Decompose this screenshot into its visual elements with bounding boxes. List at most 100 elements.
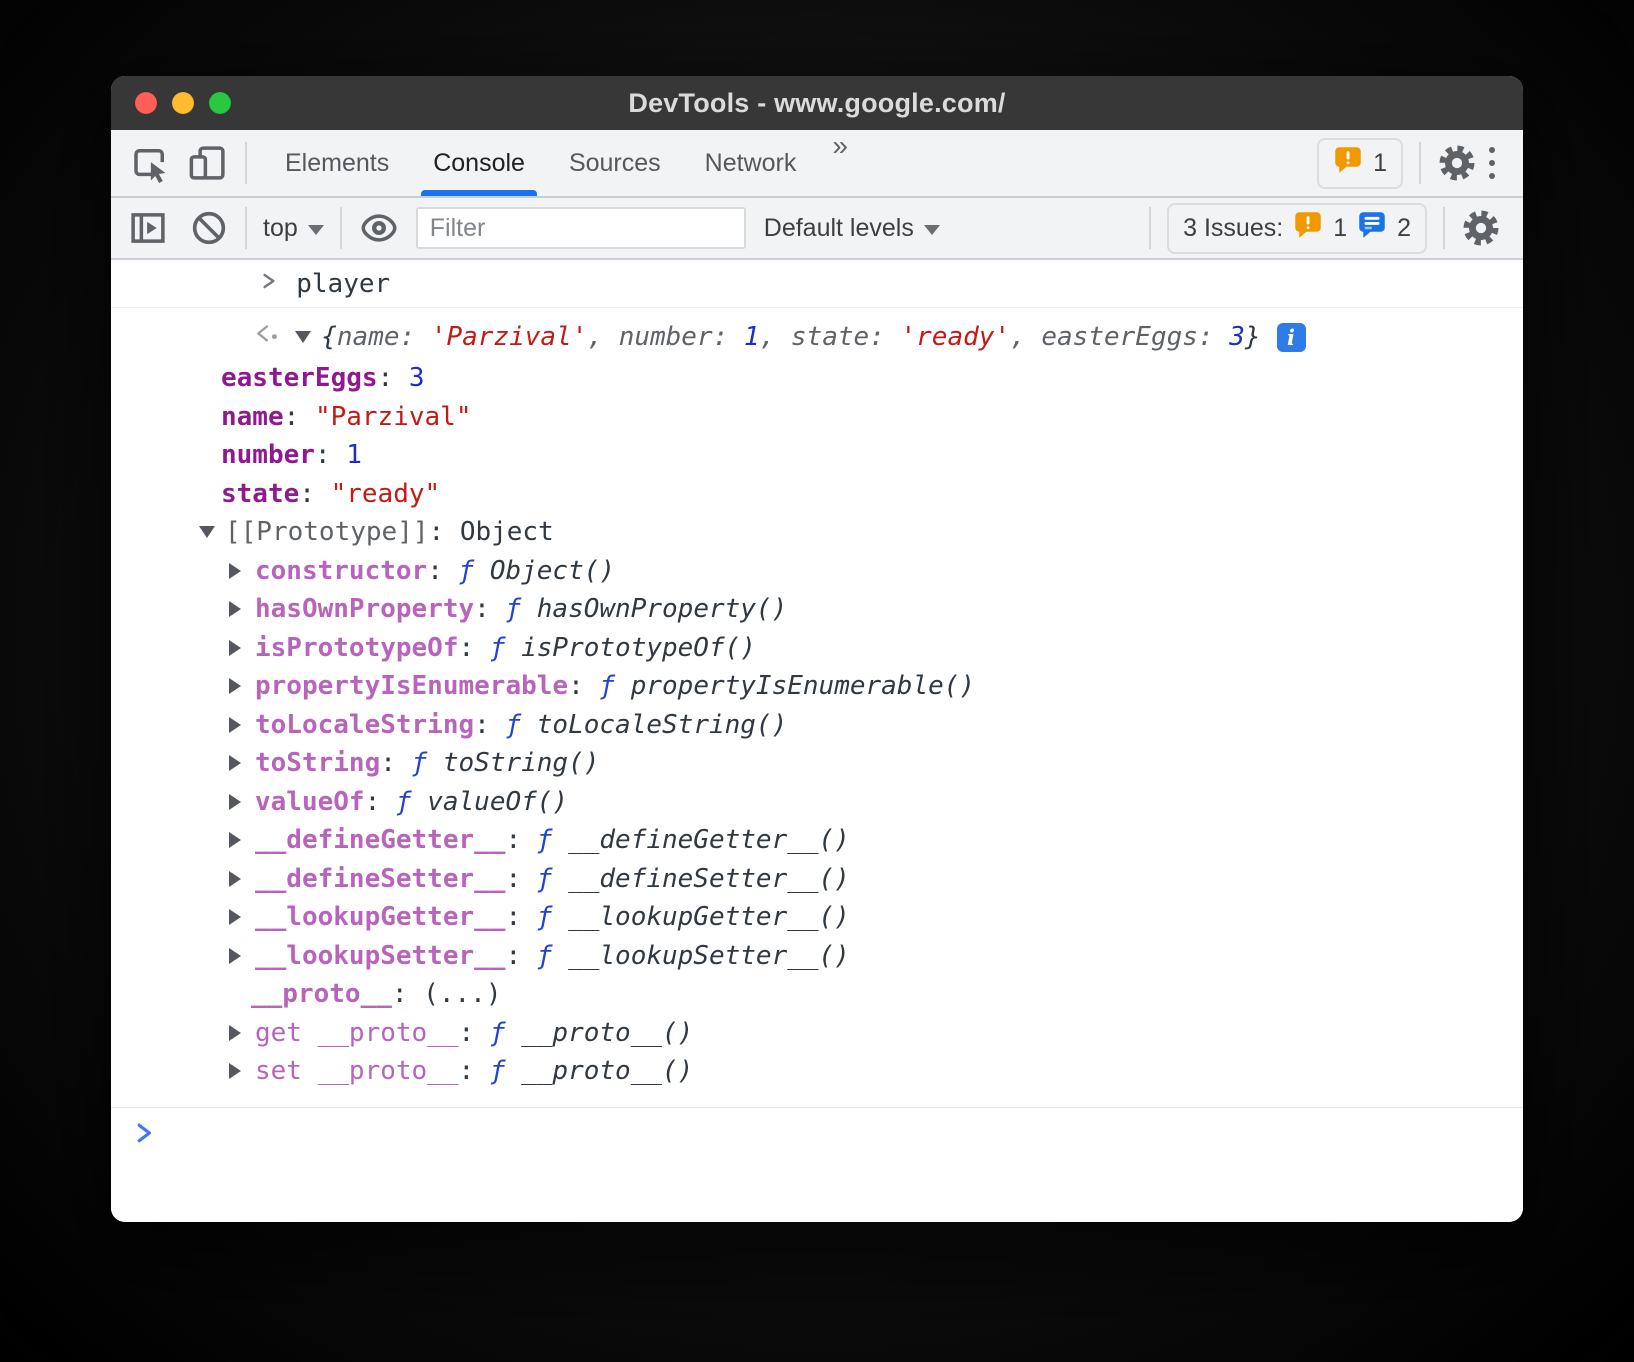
property-row-valueof[interactable]: valueOf: ƒ valueOf() bbox=[111, 783, 1523, 822]
function-symbol: ƒ bbox=[599, 671, 630, 701]
separator bbox=[1443, 207, 1445, 249]
property-row-lookupsetter[interactable]: __lookupSetter__: ƒ __lookupSetter__() bbox=[111, 937, 1523, 976]
property-row-propertyisenumerable[interactable]: propertyIsEnumerable: ƒ propertyIsEnumer… bbox=[111, 667, 1523, 706]
property-key: __proto__ bbox=[251, 979, 392, 1009]
tab-elements[interactable]: Elements bbox=[263, 130, 411, 196]
object-expand-arrow[interactable] bbox=[295, 331, 321, 343]
console-command-row[interactable]: player bbox=[111, 260, 1523, 308]
issues-summary-button[interactable]: 3 Issues: 1 2 bbox=[1167, 203, 1427, 254]
function-symbol: ƒ bbox=[459, 556, 490, 586]
property-colon: : bbox=[459, 1056, 490, 1086]
tab-sources[interactable]: Sources bbox=[547, 130, 683, 196]
property-row-proto[interactable]: __proto__: (...) bbox=[111, 975, 1523, 1014]
property-row-state[interactable]: state: "ready" bbox=[111, 475, 1523, 514]
property-value: __proto__() bbox=[521, 1018, 693, 1048]
issues-counter-button[interactable]: 1 bbox=[1317, 138, 1403, 189]
info-icon[interactable]: i bbox=[1277, 323, 1306, 352]
log-levels-selector[interactable]: Default levels bbox=[764, 214, 940, 243]
property-row-eastereggs[interactable]: easterEggs: 3 bbox=[111, 359, 1523, 398]
minimize-window-button[interactable] bbox=[172, 92, 194, 114]
property-row-constructor[interactable]: constructor: ƒ Object() bbox=[111, 552, 1523, 591]
property-key: constructor bbox=[255, 556, 427, 586]
property-value: Object() bbox=[490, 556, 615, 586]
property-row-get-proto[interactable]: get __proto__: ƒ __proto__() bbox=[111, 1014, 1523, 1053]
filter-input[interactable] bbox=[416, 207, 746, 249]
console-prompt[interactable] bbox=[111, 1108, 1523, 1166]
property-row-tostring[interactable]: toString: ƒ toString() bbox=[111, 744, 1523, 783]
property-key: name bbox=[221, 402, 284, 432]
customize-devtools-button[interactable] bbox=[1487, 145, 1497, 181]
chevron-down-icon bbox=[924, 225, 940, 235]
gear-icon bbox=[1461, 208, 1501, 248]
inspect-element-button[interactable] bbox=[129, 142, 171, 184]
console-sidebar-toggle-button[interactable] bbox=[127, 207, 169, 249]
property-row-isprototypeof[interactable]: isPrototypeOf: ƒ isPrototypeOf() bbox=[111, 629, 1523, 668]
expand-arrow-icon[interactable] bbox=[229, 1063, 255, 1079]
property-row-tolocalestring[interactable]: toLocaleString: ƒ toLocaleString() bbox=[111, 706, 1523, 745]
settings-button[interactable] bbox=[1437, 143, 1477, 183]
property-key: __defineGetter__ bbox=[255, 825, 505, 855]
expand-arrow-icon[interactable] bbox=[229, 717, 255, 733]
expand-arrow-icon[interactable] bbox=[199, 526, 225, 538]
function-symbol: ƒ bbox=[396, 787, 427, 817]
preview-colon: : bbox=[400, 322, 431, 352]
expand-arrow-icon[interactable] bbox=[229, 678, 255, 694]
property-key: toString bbox=[255, 748, 380, 778]
property-row-number[interactable]: number: 1 bbox=[111, 436, 1523, 475]
preview-value: 'Parzival' bbox=[431, 322, 588, 352]
console-settings-button[interactable] bbox=[1461, 208, 1501, 248]
preview-colon: : bbox=[713, 322, 744, 352]
expand-arrow-icon[interactable] bbox=[229, 948, 255, 964]
property-key: toLocaleString bbox=[255, 710, 474, 740]
prompt-chevron-icon bbox=[132, 1121, 156, 1152]
function-symbol: ƒ bbox=[505, 710, 536, 740]
console-result-row[interactable]: {name: 'Parzival', number: 1, state: 're… bbox=[111, 317, 1523, 357]
warning-bubble-icon bbox=[1333, 145, 1363, 182]
tab-network[interactable]: Network bbox=[683, 130, 819, 196]
expand-arrow-icon[interactable] bbox=[229, 909, 255, 925]
property-key: get __proto__ bbox=[255, 1018, 459, 1048]
issues-summary-label: 3 Issues: bbox=[1183, 214, 1283, 243]
property-colon: : bbox=[505, 941, 536, 971]
chevron-down-icon bbox=[308, 225, 324, 235]
toggle-device-toolbar-button[interactable] bbox=[187, 142, 229, 184]
create-live-expression-button[interactable] bbox=[358, 207, 400, 249]
clear-console-button[interactable] bbox=[189, 208, 229, 248]
expand-arrow-icon[interactable] bbox=[229, 563, 255, 579]
property-value: __defineGetter__() bbox=[568, 825, 850, 855]
property-colon: : bbox=[429, 517, 460, 547]
javascript-context-selector[interactable]: top bbox=[263, 214, 324, 243]
expand-arrow-icon[interactable] bbox=[229, 871, 255, 887]
expand-arrow-icon[interactable] bbox=[229, 832, 255, 848]
inspect-cursor-icon bbox=[129, 142, 171, 184]
expand-arrow-icon[interactable] bbox=[229, 1025, 255, 1041]
close-window-button[interactable] bbox=[135, 92, 157, 114]
preview-close-brace: } bbox=[1245, 322, 1261, 352]
property-row-prototype[interactable]: [[Prototype]]: Object bbox=[111, 513, 1523, 552]
warning-issues-count: 1 bbox=[1333, 214, 1347, 243]
more-tabs-button[interactable]: » bbox=[818, 130, 862, 196]
expand-arrow-icon[interactable] bbox=[229, 601, 255, 617]
property-key: __lookupSetter__ bbox=[255, 941, 505, 971]
clear-circle-slash-icon bbox=[189, 208, 229, 248]
property-colon: : bbox=[568, 671, 599, 701]
property-colon: : bbox=[365, 787, 396, 817]
property-value: "Parzival" bbox=[315, 402, 472, 432]
property-row-name[interactable]: name: "Parzival" bbox=[111, 398, 1523, 437]
object-preview: {name: 'Parzival', number: 1, state: 're… bbox=[321, 322, 1260, 352]
zoom-window-button[interactable] bbox=[209, 92, 231, 114]
expand-arrow-icon[interactable] bbox=[229, 755, 255, 771]
tab-console[interactable]: Console bbox=[411, 130, 547, 196]
property-row-hasownproperty[interactable]: hasOwnProperty: ƒ hasOwnProperty() bbox=[111, 590, 1523, 629]
separator bbox=[340, 207, 342, 249]
property-row-lookupgetter[interactable]: __lookupGetter__: ƒ __lookupGetter__() bbox=[111, 898, 1523, 937]
object-properties: easterEggs: 3name: "Parzival"number: 1st… bbox=[111, 357, 1523, 1091]
function-symbol: ƒ bbox=[490, 1056, 521, 1086]
property-row-definesetter[interactable]: __defineSetter__: ƒ __defineSetter__() bbox=[111, 860, 1523, 899]
preview-separator: , bbox=[1010, 322, 1041, 352]
property-row-set-proto[interactable]: set __proto__: ƒ __proto__() bbox=[111, 1052, 1523, 1091]
expand-arrow-icon[interactable] bbox=[229, 794, 255, 810]
devtools-window: DevTools - www.google.com/ Elements Con bbox=[111, 76, 1523, 1222]
expand-arrow-icon[interactable] bbox=[229, 640, 255, 656]
property-row-definegetter[interactable]: __defineGetter__: ƒ __defineGetter__() bbox=[111, 821, 1523, 860]
